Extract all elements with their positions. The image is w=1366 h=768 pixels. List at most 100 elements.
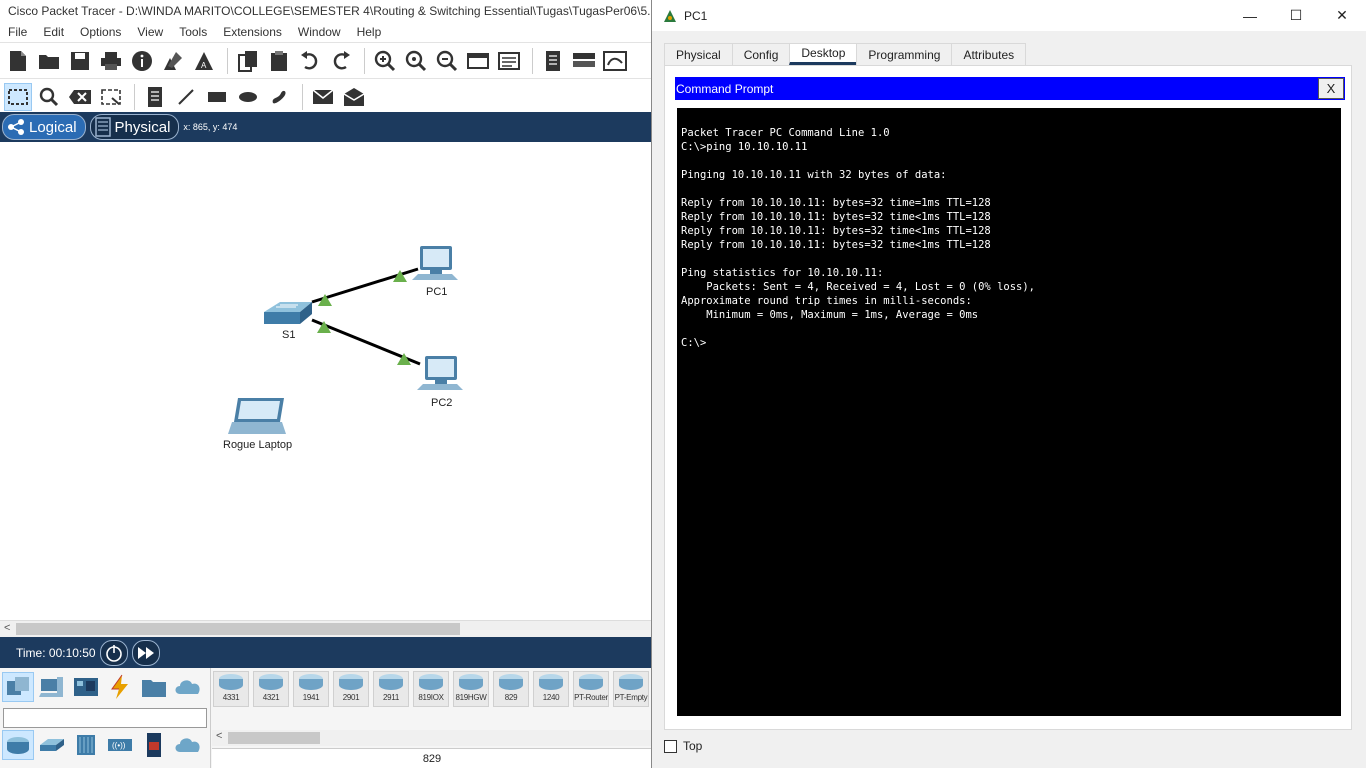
- device-model-819iox[interactable]: 819IOX: [413, 671, 449, 707]
- model-list-scrollbar[interactable]: <: [212, 730, 652, 746]
- switches-icon[interactable]: [36, 730, 68, 760]
- zoom-reset-icon[interactable]: [402, 47, 430, 75]
- rogue-laptop-icon[interactable]: [228, 398, 286, 434]
- menu-tools[interactable]: Tools: [179, 25, 207, 39]
- fast-forward-button[interactable]: [131, 639, 160, 666]
- menu-extensions[interactable]: Extensions: [223, 25, 282, 39]
- drawing-palette-icon[interactable]: [464, 47, 492, 75]
- tab-programming[interactable]: Programming: [856, 43, 953, 65]
- command-prompt-close-button[interactable]: X: [1318, 78, 1344, 99]
- device-model-819hgw[interactable]: 819HGW: [453, 671, 489, 707]
- scroll-left-arrow-icon[interactable]: <: [216, 730, 222, 742]
- tab-physical[interactable]: Physical: [664, 43, 733, 65]
- top-checkbox-box[interactable]: [664, 739, 677, 753]
- menu-edit[interactable]: Edit: [43, 25, 64, 39]
- security-icon[interactable]: [138, 730, 170, 760]
- wireless-devices-icon[interactable]: ((•)): [104, 730, 136, 760]
- custom-icon[interactable]: A: [190, 47, 218, 75]
- device-model-2901[interactable]: 2901: [333, 671, 369, 707]
- minimize-button[interactable]: —: [1227, 0, 1273, 31]
- resize-icon[interactable]: [97, 83, 125, 111]
- line-draw-icon[interactable]: [172, 83, 200, 111]
- physical-mode-tab[interactable]: Physical: [89, 114, 180, 140]
- scroll-left-arrow-icon[interactable]: <: [4, 622, 10, 634]
- router-icon: [259, 674, 283, 690]
- device-model-pt-router[interactable]: PT-Router: [573, 671, 609, 707]
- workspace-horizontal-scrollbar[interactable]: <: [0, 620, 652, 636]
- router-icon: [219, 674, 243, 690]
- terminal-line: Minimum = 0ms, Maximum = 1ms, Average = …: [681, 309, 979, 321]
- simple-pdu-icon[interactable]: [309, 83, 337, 111]
- svg-text:((•)): ((•)): [112, 741, 126, 750]
- menu-options[interactable]: Options: [80, 25, 121, 39]
- tab-config[interactable]: Config: [731, 43, 791, 65]
- close-button[interactable]: ✕: [1319, 0, 1365, 31]
- note-icon[interactable]: [141, 83, 169, 111]
- save-icon[interactable]: [66, 47, 94, 75]
- power-cycle-button[interactable]: [99, 639, 128, 666]
- device-model-2911[interactable]: 2911: [373, 671, 409, 707]
- scrollbar-thumb[interactable]: [16, 623, 460, 635]
- inspect-icon[interactable]: [35, 83, 63, 111]
- device-model-1941[interactable]: 1941: [293, 671, 329, 707]
- select-icon[interactable]: [4, 82, 32, 111]
- pc2-icon[interactable]: [417, 356, 463, 390]
- complex-pdu-icon[interactable]: [340, 83, 368, 111]
- pc1-icon[interactable]: [412, 246, 458, 280]
- toolbar-separator: [134, 83, 135, 110]
- device-category-search[interactable]: [3, 708, 207, 728]
- logical-mode-tab[interactable]: Logical: [2, 114, 86, 140]
- svg-text:A: A: [201, 61, 207, 70]
- menu-file[interactable]: File: [8, 25, 27, 39]
- pc1-config-window: PC1 — ☐ ✕ Physical Config Desktop Progra…: [651, 0, 1366, 768]
- command-prompt-terminal[interactable]: Packet Tracer PC Command Line 1.0 C:\>pin…: [677, 108, 1341, 716]
- freeform-icon[interactable]: [265, 83, 293, 111]
- scrollbar-thumb[interactable]: [228, 732, 320, 744]
- hubs-icon[interactable]: [70, 730, 102, 760]
- undo-icon[interactable]: [296, 47, 324, 75]
- menu-window[interactable]: Window: [298, 25, 341, 39]
- pc1-label: PC1: [426, 286, 448, 298]
- tab-desktop[interactable]: Desktop: [789, 43, 858, 65]
- router-icon: [619, 674, 643, 690]
- zoom-out-icon[interactable]: [433, 47, 461, 75]
- paste-icon[interactable]: [265, 47, 293, 75]
- miscellaneous-icon[interactable]: [138, 672, 170, 702]
- terminal-line: Reply from 10.10.10.11: bytes=32 time<1m…: [681, 239, 991, 251]
- wan-emulation-icon[interactable]: [172, 730, 204, 760]
- ellipse-icon[interactable]: [234, 83, 262, 111]
- viewport-icon[interactable]: [570, 47, 598, 75]
- custom-devices-icon[interactable]: [495, 47, 523, 75]
- print-icon[interactable]: [97, 47, 125, 75]
- components-icon[interactable]: [70, 672, 102, 702]
- maximize-button[interactable]: ☐: [1273, 0, 1319, 31]
- multiuser-icon[interactable]: [172, 672, 204, 702]
- rectangle-icon[interactable]: [203, 83, 231, 111]
- top-checkbox[interactable]: Top: [664, 739, 702, 753]
- device-model-4321[interactable]: 4321: [253, 671, 289, 707]
- activity-wizard-icon[interactable]: [159, 47, 187, 75]
- menu-help[interactable]: Help: [357, 25, 382, 39]
- toolbar-separator: [302, 83, 303, 110]
- tab-attributes[interactable]: Attributes: [951, 43, 1027, 65]
- device-model-4331[interactable]: 4331: [213, 671, 249, 707]
- device-model-pt-empty[interactable]: PT-Empty: [613, 671, 649, 707]
- connections-icon[interactable]: [104, 672, 136, 702]
- copy-icon[interactable]: [234, 47, 262, 75]
- info-icon[interactable]: [128, 47, 156, 75]
- switch-s1-icon[interactable]: [264, 302, 312, 324]
- zoom-in-icon[interactable]: [371, 47, 399, 75]
- end-devices-icon[interactable]: [36, 672, 68, 702]
- network-devices-icon[interactable]: [2, 672, 34, 702]
- notes-icon[interactable]: [539, 47, 567, 75]
- open-folder-icon[interactable]: [35, 47, 63, 75]
- routers-icon[interactable]: [2, 730, 34, 760]
- device-model-1240[interactable]: 1240: [533, 671, 569, 707]
- device-model-829[interactable]: 829: [493, 671, 529, 707]
- menu-view[interactable]: View: [137, 25, 163, 39]
- logical-workspace[interactable]: PC1 S1 PC2 Rogue Laptop: [0, 142, 652, 620]
- network-info-icon[interactable]: [601, 47, 629, 75]
- new-file-icon[interactable]: [4, 47, 32, 75]
- redo-icon[interactable]: [327, 47, 355, 75]
- delete-icon[interactable]: [66, 83, 94, 111]
